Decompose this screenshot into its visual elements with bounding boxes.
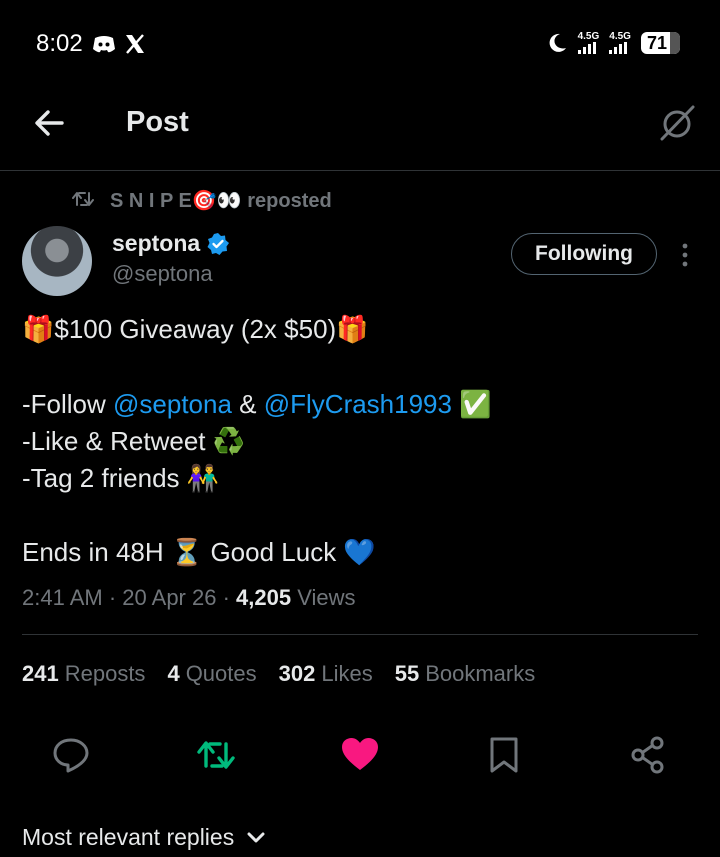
reposts-count: 241	[22, 661, 59, 686]
status-right: 4.5G 4.5G 71	[546, 32, 680, 54]
likes-stat[interactable]: 302 Likes	[279, 661, 373, 687]
quotes-label: Quotes	[185, 661, 257, 686]
quotes-count: 4	[167, 661, 180, 686]
retweet-icon[interactable]	[196, 735, 236, 775]
battery-level: 71	[646, 32, 667, 53]
views-count: 4,205	[236, 585, 292, 610]
stats-divider	[22, 634, 698, 635]
tweet-time: 2:41 AM	[22, 585, 103, 610]
following-button[interactable]: Following	[511, 233, 657, 275]
x-logo-icon	[126, 34, 144, 54]
mention-link-flycrash1993[interactable]: @FlyCrash1993	[264, 389, 452, 419]
verified-badge-icon	[207, 233, 229, 255]
signal-1-label: 4.5G	[577, 31, 600, 42]
share-icon[interactable]	[628, 735, 668, 775]
replies-sort-dropdown[interactable]: Most relevant replies	[22, 824, 266, 851]
tweet-text-line-5: Ends in 48H ⏳ Good Luck 💙	[22, 537, 376, 567]
signal-1: 4.5G	[577, 31, 600, 54]
repost-attribution[interactable]: S N I P E🎯👀 reposted	[110, 188, 332, 213]
replies-sort-label: Most relevant replies	[22, 824, 235, 850]
tweet-text-and: &	[231, 389, 264, 419]
signal-bars-icon	[609, 42, 628, 54]
chevron-down-icon	[247, 832, 265, 842]
discord-icon	[93, 36, 115, 53]
mention-link-septona[interactable]: @septona	[113, 389, 232, 419]
repost-icon	[72, 192, 94, 206]
bookmarks-stat[interactable]: 55 Bookmarks	[395, 661, 536, 687]
header-divider	[0, 170, 720, 171]
tweet-text-checkmark: ✅	[451, 389, 492, 419]
likes-count: 302	[278, 661, 316, 686]
grok-icon[interactable]	[658, 104, 696, 142]
reposts-label: Reposts	[64, 661, 146, 686]
bookmarks-count: 55	[394, 661, 420, 686]
bookmark-icon[interactable]	[484, 735, 524, 775]
tweet-text-line-3: -Like & Retweet ♻️	[22, 426, 246, 456]
heart-icon[interactable]	[340, 735, 380, 775]
tweet-metadata: 2:41 AM · 20 Apr 26 · 4,205 Views	[22, 585, 356, 610]
status-time: 8:02	[36, 30, 83, 57]
status-notification-icons	[92, 34, 146, 54]
page-title: Post	[126, 106, 189, 138]
tweet-text-line-1: 🎁$100 Giveaway (2x $50)🎁	[22, 314, 369, 344]
author-handle[interactable]: @septona	[112, 261, 213, 287]
battery-indicator: 71	[640, 32, 680, 54]
tweet-text-line-2: -Follow @septona & @FlyCrash1993 ✅	[22, 389, 492, 420]
tweet-date: 20 Apr 26	[122, 585, 217, 610]
engagement-stats: 241 Reposts 4 Quotes 302 Likes 55 Bookmarks	[22, 661, 535, 687]
tweet-text-line-4: -Tag 2 friends 👫	[22, 463, 220, 493]
views-label: Views	[297, 585, 356, 610]
signal-2: 4.5G	[609, 32, 631, 54]
likes-label: Likes	[321, 661, 373, 686]
avatar[interactable]	[22, 226, 92, 296]
signal-2-label: 4.5G	[609, 31, 631, 42]
tweet-text-follow-prefix: -Follow	[22, 389, 114, 419]
reposts-stat[interactable]: 241 Reposts	[22, 661, 145, 687]
moon-icon	[549, 33, 566, 52]
bookmarks-label: Bookmarks	[425, 661, 536, 686]
signal-bars-icon	[577, 42, 596, 54]
back-arrow-icon[interactable]	[30, 104, 68, 142]
author-name[interactable]: septona	[112, 230, 200, 257]
reply-icon[interactable]	[51, 735, 91, 775]
quotes-stat[interactable]: 4 Quotes	[167, 661, 256, 687]
more-vertical-icon[interactable]	[674, 240, 696, 270]
